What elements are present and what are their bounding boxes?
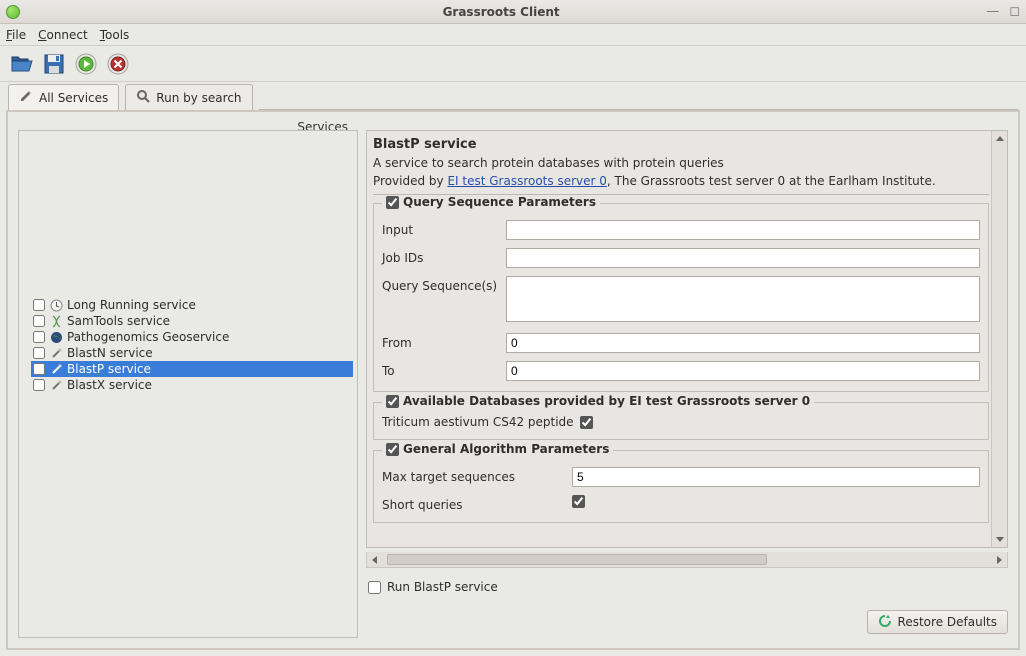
tab-all-services[interactable]: All Services [8,84,119,110]
service-row-blastp[interactable]: BlastP service [31,361,353,377]
group-algorithm: General Algorithm Parameters Max target … [373,450,989,523]
field-from[interactable] [506,333,980,353]
menu-file[interactable]: File [6,28,26,42]
play-button[interactable] [74,52,98,76]
tab-bar: All Services Run by search [0,82,1026,110]
tab-label: Run by search [156,91,241,105]
form-scroll: BlastP service A service to search prote… [366,130,1008,548]
restore-defaults-button[interactable]: Restore Defaults [867,610,1008,634]
service-checkbox[interactable] [33,299,45,311]
service-row-blastx[interactable]: BlastX service [31,377,353,393]
service-label: BlastP service [67,362,351,376]
tab-label: All Services [39,91,108,105]
service-label: BlastN service [67,346,351,360]
window-minimize[interactable]: — [986,4,999,19]
db-item-label: Triticum aestivum CS42 peptide [382,415,574,429]
group-query-toggle[interactable] [386,196,399,209]
service-checkbox[interactable] [33,315,45,327]
field-max-target[interactable] [572,467,980,487]
toolbar [0,46,1026,82]
group-databases-toggle[interactable] [386,395,399,408]
label-input: Input [382,220,506,237]
main-panel: Services Long Running service SamTools s… [6,110,1020,650]
field-queryseq[interactable] [506,276,980,322]
label-to: To [382,361,506,378]
tab-run-by-search[interactable]: Run by search [125,84,252,110]
horizontal-scrollbar[interactable] [366,552,1008,568]
field-short-queries[interactable] [572,495,585,508]
service-desc: A service to search protein databases wi… [373,156,989,170]
window-titlebar: Grassroots Client — ◻ [0,0,1026,24]
menu-connect[interactable]: Connect [38,28,88,42]
service-title: BlastP service [373,137,989,152]
service-provider: Provided by EI test Grassroots server 0,… [373,174,989,188]
group-databases-legend: Available Databases provided by EI test … [403,394,810,408]
group-query-legend: Query Sequence Parameters [403,195,596,209]
globe-icon [49,330,63,344]
label-from: From [382,333,506,350]
run-service-label: Run BlastP service [387,580,498,594]
group-algorithm-toggle[interactable] [386,443,399,456]
vertical-scrollbar[interactable] [991,131,1007,547]
window-maximize[interactable]: ◻ [1009,4,1020,19]
scroll-right-icon[interactable] [991,552,1007,567]
run-service-row: Run BlastP service [366,576,1008,598]
service-checkbox[interactable] [33,347,45,359]
menu-tools[interactable]: Tools [100,28,130,42]
label-jobids: Job IDs [382,248,506,265]
window-title: Grassroots Client [26,5,976,19]
label-max-target: Max target sequences [382,467,572,484]
refresh-icon [878,614,892,631]
service-row-long-running[interactable]: Long Running service [31,297,353,313]
group-query: Query Sequence Parameters Input Job IDs … [373,203,989,392]
open-folder-button[interactable] [10,52,34,76]
scroll-down-icon[interactable] [992,531,1007,547]
group-algorithm-legend: General Algorithm Parameters [403,442,609,456]
scroll-up-icon[interactable] [992,131,1007,147]
services-panel: Services Long Running service SamTools s… [18,122,358,638]
window-close-button[interactable] [6,5,20,19]
service-label: Long Running service [67,298,351,312]
wand-icon [49,346,63,360]
service-label: Pathogenomics Geoservice [67,330,351,344]
menubar: File Connect Tools [0,24,1026,46]
search-icon [136,89,150,106]
form-area: BlastP service A service to search prote… [366,122,1008,638]
db-item-checkbox[interactable] [580,416,593,429]
restore-defaults-label: Restore Defaults [898,615,997,629]
service-checkbox[interactable] [33,331,45,343]
field-to[interactable] [506,361,980,381]
provider-link[interactable]: EI test Grassroots server 0 [447,174,606,188]
service-checkbox[interactable] [33,379,45,391]
run-service-checkbox[interactable] [368,581,381,594]
stop-cancel-button[interactable] [106,52,130,76]
field-jobids[interactable] [506,248,980,268]
service-label: SamTools service [67,314,351,328]
service-checkbox[interactable] [33,363,45,375]
wand-icon [49,378,63,392]
group-databases: Available Databases provided by EI test … [373,402,989,440]
save-button[interactable] [42,52,66,76]
services-list: Long Running service SamTools service Pa… [31,297,353,393]
service-row-pathogenomics[interactable]: Pathogenomics Geoservice [31,329,353,345]
scrollbar-thumb[interactable] [387,554,767,565]
label-queryseq: Query Sequence(s) [382,276,506,293]
pencil-icon [19,89,33,106]
dna-icon [49,314,63,328]
scroll-left-icon[interactable] [367,552,383,567]
field-input[interactable] [506,220,980,240]
label-short-queries: Short queries [382,495,572,512]
service-row-blastn[interactable]: BlastN service [31,345,353,361]
service-label: BlastX service [67,378,351,392]
service-row-samtools[interactable]: SamTools service [31,313,353,329]
wand-icon [49,362,63,376]
clock-icon [49,298,63,312]
